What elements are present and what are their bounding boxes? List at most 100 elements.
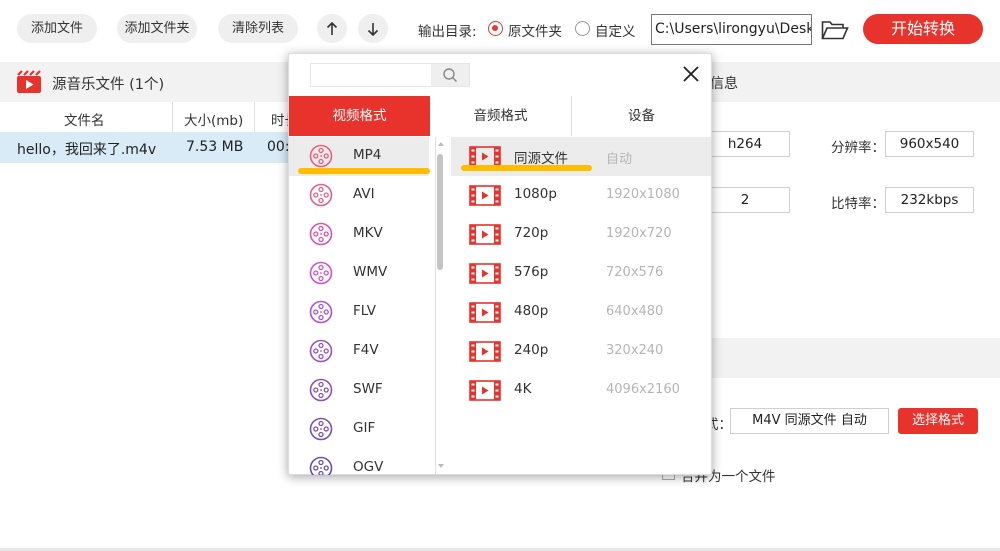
video-icon: [469, 146, 501, 167]
move-up-button[interactable]: [317, 14, 347, 43]
format-item-avi[interactable]: AVI: [289, 176, 429, 215]
option-original-label: 原文件夹: [508, 24, 562, 40]
film-reel-icon: [309, 417, 333, 441]
resolution-name: 240p: [514, 342, 549, 358]
film-reel-icon: [309, 300, 333, 324]
file-size-cell: 7.53 MB: [186, 139, 244, 155]
highlight-underline: [461, 165, 592, 171]
format-list: MP4 AVI MKV WMV FLV F4V SWF GIF OGV: [289, 137, 436, 475]
choose-format-button[interactable]: 选择格式: [898, 408, 978, 434]
video-icon: [469, 380, 501, 401]
film-reel-icon: [309, 222, 333, 246]
app-window: 添加文件 添加文件夹 清除列表 输出目录: 原文件夹 自定义 C:\Users\…: [0, 0, 1000, 551]
resolution-item[interactable]: 4K 4096x2160: [451, 371, 711, 410]
format-item-wmv[interactable]: WMV: [289, 254, 429, 293]
clear-list-button[interactable]: 清除列表: [218, 14, 298, 43]
resolution-size: 720x576: [606, 265, 664, 280]
video-icon: [469, 341, 501, 362]
format-search-box: [310, 63, 470, 87]
format-name: FLV: [353, 303, 377, 319]
tab-device[interactable]: 设备: [572, 96, 711, 136]
col-size[interactable]: 大小(mb): [184, 109, 243, 129]
tab-video-format[interactable]: 视频格式: [289, 96, 430, 136]
format-name: GIF: [353, 420, 376, 436]
format-search-input[interactable]: [311, 64, 431, 86]
resolution-item[interactable]: 576p 720x576: [451, 254, 711, 293]
video-icon: [469, 185, 501, 206]
arrow-up-icon: [326, 21, 338, 35]
resolution-name: 576p: [514, 264, 549, 280]
resolution-name: 4K: [514, 381, 532, 397]
output-format-field: M4V 同源文件 自动: [730, 408, 889, 434]
video-icon: [469, 224, 501, 245]
resolution-size: 1920x720: [606, 226, 672, 241]
toolbar: 添加文件 添加文件夹 清除列表 输出目录: 原文件夹 自定义 C:\Users\…: [0, 0, 1000, 60]
resolution-size: 自动: [606, 152, 633, 167]
video-file-icon: [17, 70, 41, 93]
format-name: F4V: [353, 342, 379, 358]
format-name: SWF: [353, 381, 383, 397]
bitrate-label: 比特率：: [831, 196, 885, 212]
resolution-size: 320x240: [606, 343, 664, 358]
move-down-button[interactable]: [358, 14, 388, 43]
radio-original-folder[interactable]: [488, 21, 503, 36]
format-item-ogv[interactable]: OGV: [289, 449, 429, 475]
resolution-size: 4096x2160: [606, 382, 680, 397]
close-icon[interactable]: [681, 64, 701, 84]
resolution-list: 同源文件 自动 1080p 1920x1080 720p 1920x720 576p 720x…: [451, 137, 711, 475]
film-reel-icon: [309, 378, 333, 402]
output-dir-label: 输出目录:: [418, 24, 477, 40]
resolution-item[interactable]: 240p 320x240: [451, 332, 711, 371]
option-custom-label: 自定义: [595, 24, 636, 40]
folder-open-icon[interactable]: [821, 20, 849, 40]
resolution-name: 720p: [514, 225, 549, 241]
scroll-thumb[interactable]: [437, 154, 443, 270]
arrow-down-icon: [367, 22, 379, 36]
resolution-item[interactable]: 720p 1920x720: [451, 215, 711, 254]
film-reel-icon: [309, 261, 333, 285]
format-name: WMV: [353, 264, 388, 280]
resolution-field: 960x540: [885, 131, 974, 157]
resolution-size: 1920x1080: [606, 187, 680, 202]
resolution-name: 同源文件: [514, 151, 568, 167]
format-item-flv[interactable]: FLV: [289, 293, 429, 332]
scroll-down-icon[interactable]: [437, 463, 445, 469]
add-folder-button[interactable]: 添加文件夹: [117, 14, 197, 43]
bitrate-field: 232kbps: [885, 187, 974, 213]
format-tabs: 视频格式 音频格式 设备: [289, 96, 711, 136]
add-file-button[interactable]: 添加文件: [17, 14, 97, 43]
resolution-size: 640x480: [606, 304, 664, 319]
film-reel-icon: [309, 456, 333, 475]
output-path-field[interactable]: C:\Users\lirongyu\Desk: [651, 14, 812, 45]
radio-custom[interactable]: [575, 21, 590, 36]
search-icon: [443, 68, 457, 82]
source-files-title: 源音乐文件 (1个): [52, 77, 165, 93]
codec-field: h264: [700, 131, 790, 157]
tab-audio-format[interactable]: 音频格式: [430, 96, 571, 136]
film-reel-icon: [309, 144, 333, 168]
file-info-title: 信息: [710, 76, 738, 92]
file-name-cell: hello，我回来了.m4v: [17, 142, 157, 158]
format-name: OGV: [353, 459, 384, 475]
resolution-label: 分辨率：: [831, 140, 885, 156]
resolution-name: 480p: [514, 303, 549, 319]
format-name: MKV: [353, 225, 383, 241]
film-reel-icon: [309, 339, 333, 363]
start-convert-button[interactable]: 开始转换: [863, 14, 983, 44]
channels-field: 2: [700, 187, 790, 213]
format-item-swf[interactable]: SWF: [289, 371, 429, 410]
resolution-item[interactable]: 1080p 1920x1080: [451, 176, 711, 215]
format-item-f4v[interactable]: F4V: [289, 332, 429, 371]
format-item-gif[interactable]: GIF: [289, 410, 429, 449]
format-picker-popup: 视频格式 音频格式 设备 MP4 AVI MKV WMV FLV F4V SWF GIF OGV…: [288, 53, 712, 475]
format-name: MP4: [353, 147, 382, 163]
resolution-item[interactable]: 480p 640x480: [451, 293, 711, 332]
col-filename[interactable]: 文件名: [64, 109, 105, 129]
format-name: AVI: [353, 186, 375, 202]
format-item-mkv[interactable]: MKV: [289, 215, 429, 254]
search-button[interactable]: [431, 64, 469, 86]
resolution-name: 1080p: [514, 186, 557, 202]
scroll-up-icon[interactable]: [437, 141, 445, 147]
highlight-underline: [298, 168, 430, 174]
film-reel-icon: [309, 183, 333, 207]
